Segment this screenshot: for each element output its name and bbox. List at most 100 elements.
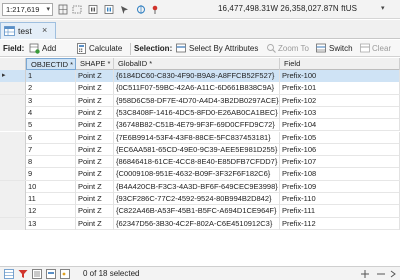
cell-globalid[interactable]: {EC6AA581-65CD-49E0-9C39-AEE5E981D255} xyxy=(114,143,280,156)
cell-globalid[interactable]: {C0009108-951E-4632-B09F-3F32F6F182C6} xyxy=(114,168,280,181)
table-row[interactable]: ▸ 1 Point Z {6184DC60-C830-4F90-B9A8-A8FFCB… xyxy=(0,70,400,83)
table-row[interactable]: 2 Point Z {0C511F07-59BC-42A6-A11C-6D661B8… xyxy=(0,82,400,95)
cell-shape[interactable]: Point Z xyxy=(76,94,114,107)
cell-shape[interactable]: Point Z xyxy=(76,168,114,181)
cell-globalid[interactable]: {86846418-61CE-4CC8-8E40-E85DFB7CFDD7} xyxy=(114,156,280,169)
cell-field[interactable]: Prefix-107 xyxy=(280,156,400,169)
zoom-in-icon[interactable] xyxy=(360,269,370,279)
cell-shape[interactable]: Point Z xyxy=(76,106,114,119)
pause-labels-icon[interactable] xyxy=(104,4,114,15)
column-header-shape[interactable]: SHAPE * xyxy=(76,58,114,70)
column-header-globalid[interactable]: GlobalID * xyxy=(114,58,280,70)
cell-field[interactable]: Prefix-102 xyxy=(280,94,400,107)
cell-field[interactable]: Prefix-100 xyxy=(280,70,400,82)
cell-globalid[interactable]: {6184DC60-C830-4F90-B9A8-A8FFCB52F527} xyxy=(114,70,280,82)
column-header-objectid[interactable]: OBJECTID * xyxy=(26,58,76,70)
filter-icon[interactable] xyxy=(18,269,28,279)
column-header-field[interactable]: Field xyxy=(280,58,400,70)
cell-objectid[interactable]: 2 xyxy=(26,82,76,95)
cell-objectid[interactable]: 4 xyxy=(26,106,76,119)
cell-field[interactable]: Prefix-106 xyxy=(280,143,400,156)
table-icon[interactable] xyxy=(4,269,14,279)
cell-objectid[interactable]: 1 xyxy=(26,70,76,82)
cell-globalid[interactable]: {93CF286C-77C2-4592-9524-80B994B2D842} xyxy=(114,193,280,205)
cell-objectid[interactable]: 7 xyxy=(26,143,76,156)
switch-button[interactable]: Switch xyxy=(329,44,353,53)
table-row[interactable]: 10 Point Z {B4A420CB-F3C3-4A3D-BF6F-649CEC… xyxy=(0,180,400,193)
cell-shape[interactable]: Point Z xyxy=(76,193,114,205)
cell-globalid[interactable]: {62347D56-3B30-4C2F-802A-C6E4510912C3} xyxy=(114,217,280,230)
cell-field[interactable]: Prefix-111 xyxy=(280,205,400,218)
row-header[interactable] xyxy=(0,205,26,218)
pin-icon[interactable] xyxy=(150,4,160,15)
cell-objectid[interactable]: 5 xyxy=(26,119,76,132)
table-row[interactable]: 12 Point Z {C822A46B-A53F-45B1-B5FC-A694D1… xyxy=(0,205,400,218)
table-row[interactable]: 4 Point Z {53C8408F-1416-4DC5-8FD0-E26AB0C… xyxy=(0,106,400,120)
cell-objectid[interactable]: 13 xyxy=(26,217,76,230)
marquee-icon[interactable] xyxy=(72,4,82,15)
zoom-to-button[interactable]: Zoom To xyxy=(278,44,309,53)
cell-field[interactable]: Prefix-101 xyxy=(280,82,400,95)
row-header[interactable] xyxy=(0,193,26,205)
clear-button[interactable]: Clear xyxy=(372,44,391,53)
cell-shape[interactable]: Point Z xyxy=(76,156,114,169)
table-row[interactable]: 9 Point Z {C0009108-951E-4632-B09F-3F32F6F… xyxy=(0,168,400,181)
grid-icon[interactable] xyxy=(58,4,68,15)
snap-icon[interactable] xyxy=(136,4,146,15)
cell-globalid[interactable]: {958D6C58-DF7E-4D70-A4D4-3B2DB0297ACE} xyxy=(114,94,280,107)
cell-field[interactable]: Prefix-110 xyxy=(280,193,400,205)
select-by-attributes-button[interactable]: Select By Attributes xyxy=(189,44,258,53)
table-row[interactable]: 8 Point Z {86846418-61CE-4CC8-8E40-E85DFB7… xyxy=(0,156,400,169)
cell-shape[interactable]: Point Z xyxy=(76,143,114,156)
zoom-out-icon[interactable] xyxy=(376,269,386,279)
row-header[interactable] xyxy=(0,156,26,169)
tab-test[interactable]: test × xyxy=(0,22,56,39)
row-header[interactable] xyxy=(0,180,26,193)
cell-globalid[interactable]: {7E6B9914-53F4-43F8-88CE-5FC837453181} xyxy=(114,131,280,144)
row-header[interactable] xyxy=(0,217,26,230)
cell-shape[interactable]: Point Z xyxy=(76,131,114,144)
row-header[interactable] xyxy=(0,168,26,181)
row-header[interactable]: ▸ xyxy=(0,70,26,82)
show-selected-icon[interactable] xyxy=(46,269,56,279)
list-icon[interactable] xyxy=(32,269,42,279)
cell-globalid[interactable]: {B4A420CB-F3C3-4A3D-BF6F-649CEC9E3998} xyxy=(114,180,280,193)
cell-shape[interactable]: Point Z xyxy=(76,82,114,95)
cell-shape[interactable]: Point Z xyxy=(76,70,114,82)
chevron-down-icon[interactable]: ▾ xyxy=(381,4,385,12)
row-header[interactable] xyxy=(0,94,26,107)
cell-field[interactable]: Prefix-103 xyxy=(280,106,400,119)
cell-objectid[interactable]: 9 xyxy=(26,168,76,181)
table-row[interactable]: 13 Point Z {62347D56-3B30-4C2F-802A-C6E451… xyxy=(0,217,400,230)
cell-field[interactable]: Prefix-105 xyxy=(280,131,400,144)
cell-shape[interactable]: Point Z xyxy=(76,180,114,193)
row-header[interactable] xyxy=(0,131,26,144)
table-row[interactable]: 5 Point Z {36748B82-C51B-4E79-9F3F-69D0CFF… xyxy=(0,119,400,132)
cell-objectid[interactable]: 10 xyxy=(26,180,76,193)
table-row[interactable]: 11 Point Z {93CF286C-77C2-4592-9524-80B994… xyxy=(0,193,400,206)
row-header[interactable] xyxy=(0,106,26,119)
table-row[interactable]: 7 Point Z {EC6AA581-65CD-49E0-9C39-AEE5E98… xyxy=(0,143,400,157)
chevron-right-icon[interactable] xyxy=(388,269,398,279)
row-header[interactable] xyxy=(0,143,26,156)
plot-icon[interactable] xyxy=(60,269,70,279)
cell-objectid[interactable]: 6 xyxy=(26,131,76,144)
cell-globalid[interactable]: {0C511F07-59BC-42A6-A11C-6D661B838C9A} xyxy=(114,82,280,95)
cell-globalid[interactable]: {36748B82-C51B-4E79-9F3F-69D0CFFD9C72} xyxy=(114,119,280,132)
cell-field[interactable]: Prefix-112 xyxy=(280,217,400,230)
calculate-button[interactable]: Calculate xyxy=(89,44,122,53)
row-header[interactable] xyxy=(0,82,26,95)
cell-objectid[interactable]: 11 xyxy=(26,193,76,205)
add-field-button[interactable]: Add xyxy=(42,44,56,53)
cell-shape[interactable]: Point Z xyxy=(76,217,114,230)
scale-dropdown[interactable]: 1:217,619 ▾ xyxy=(2,3,53,16)
navigate-icon[interactable] xyxy=(120,4,130,15)
cell-field[interactable]: Prefix-104 xyxy=(280,119,400,132)
cell-objectid[interactable]: 8 xyxy=(26,156,76,169)
pause-drawing-icon[interactable] xyxy=(88,4,98,15)
cell-field[interactable]: Prefix-108 xyxy=(280,168,400,181)
cell-globalid[interactable]: {C822A46B-A53F-45B1-B5FC-A694D1CE964F} xyxy=(114,205,280,218)
table-row[interactable]: 3 Point Z {958D6C58-DF7E-4D70-A4D4-3B2DB02… xyxy=(0,94,400,107)
cell-globalid[interactable]: {53C8408F-1416-4DC5-8FD0-E26AB0CA1BEC} xyxy=(114,106,280,119)
cell-shape[interactable]: Point Z xyxy=(76,205,114,218)
